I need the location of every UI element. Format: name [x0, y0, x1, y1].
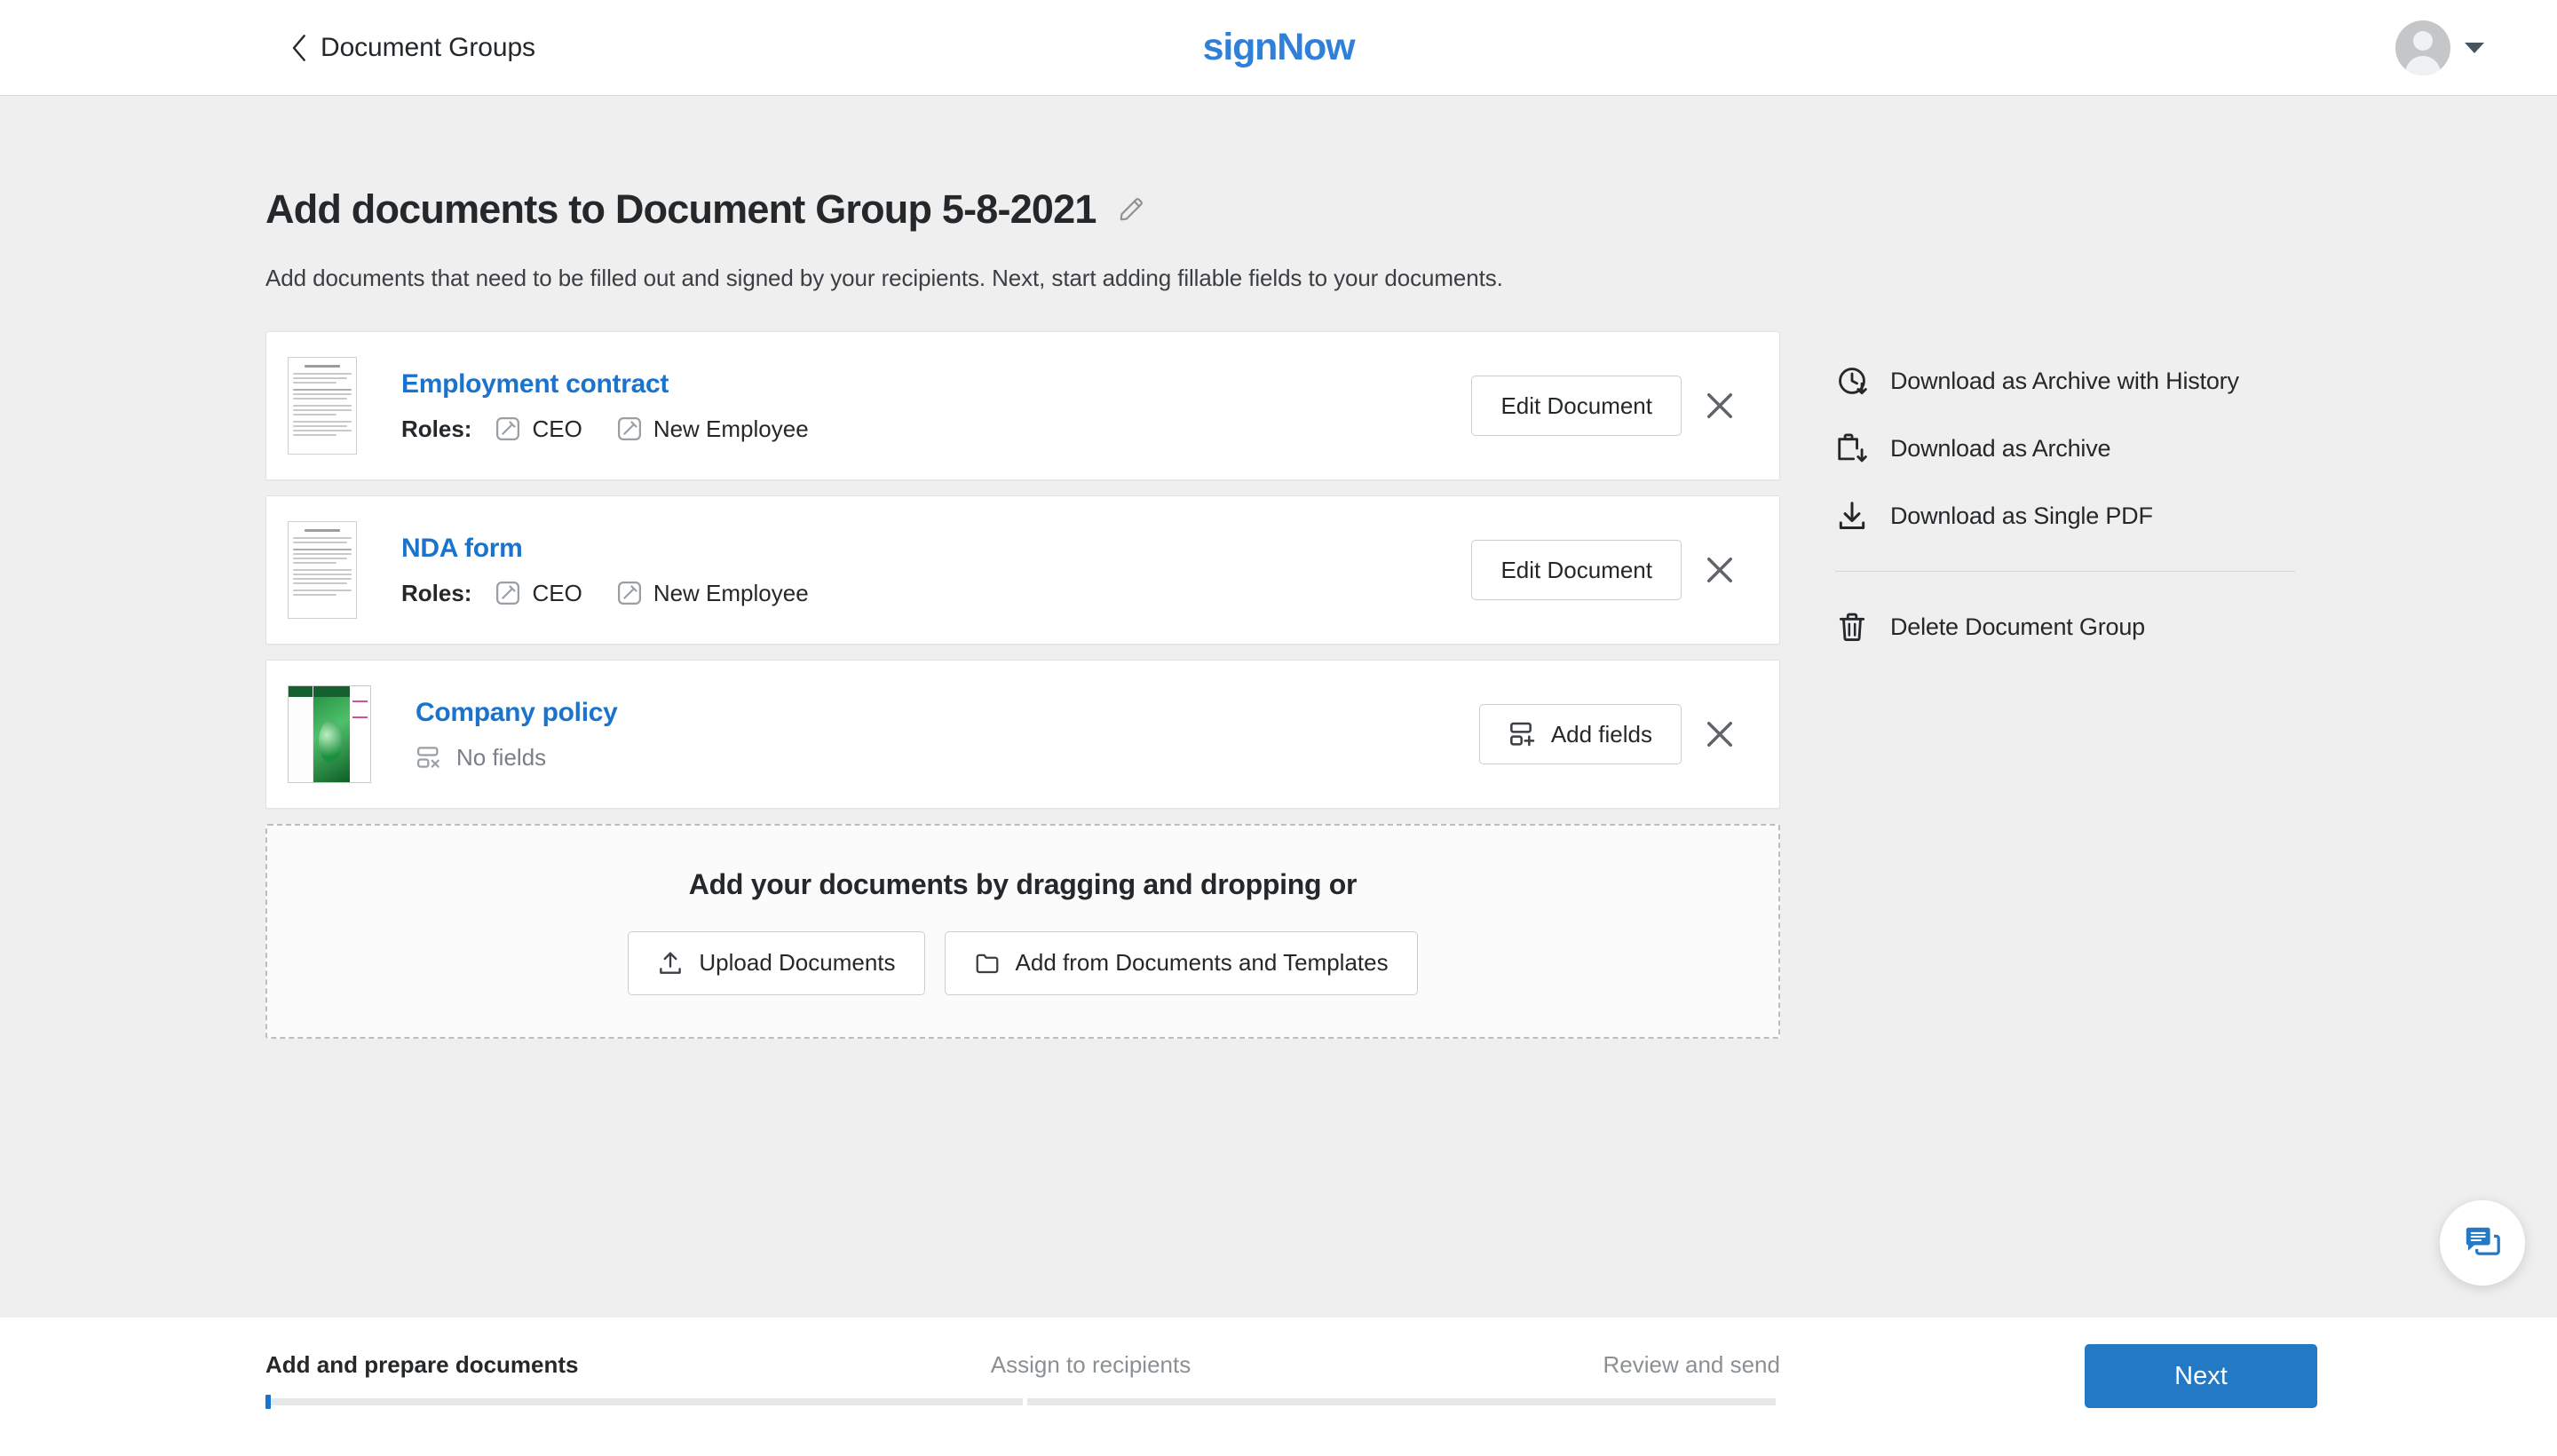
- documents-column: Employment contract Roles:: [265, 331, 1780, 1039]
- step-tick: [1023, 1395, 1027, 1409]
- document-card-actions: Edit Document: [1471, 376, 1738, 436]
- clock-download-icon: [1835, 364, 1869, 398]
- step-progress-marker: [265, 1395, 271, 1409]
- step-progress-track: [265, 1398, 1780, 1405]
- download-single-pdf-item[interactable]: Download as Single PDF: [1835, 482, 2297, 550]
- menu-item-label: Delete Document Group: [1890, 613, 2145, 641]
- role-chip: New Employee: [616, 580, 809, 607]
- dropzone-title: Add your documents by dragging and dropp…: [689, 868, 1357, 901]
- role-name: CEO: [532, 415, 582, 443]
- step-labels: Add and prepare documents Assign to reci…: [265, 1351, 1780, 1379]
- role-name: CEO: [532, 580, 582, 607]
- document-thumbnail: [288, 357, 357, 455]
- add-fields-button[interactable]: Add fields: [1479, 704, 1682, 764]
- dropzone-buttons: Upload Documents Add from Documents and …: [628, 931, 1417, 995]
- trash-icon: [1835, 610, 1869, 644]
- app-root: Document Groups signNow Add documents to…: [0, 0, 2557, 1456]
- page-subtitle: Add documents that need to be filled out…: [265, 265, 2308, 292]
- document-name-link[interactable]: Company policy: [416, 698, 618, 728]
- document-card[interactable]: NDA form Roles:: [265, 495, 1780, 645]
- add-fields-label: Add fields: [1551, 721, 1652, 748]
- page-title: Add documents to Document Group 5-8-2021: [265, 186, 1096, 233]
- document-name-link[interactable]: NDA form: [401, 534, 522, 564]
- role-chip: CEO: [495, 415, 582, 443]
- page-title-row: Add documents to Document Group 5-8-2021: [265, 186, 2308, 233]
- actions-sidebar: Download as Archive with History Downloa…: [1835, 331, 2297, 661]
- document-card-actions: Add fields: [1479, 704, 1738, 764]
- content-container: Add documents to Document Group 5-8-2021…: [265, 186, 2308, 1039]
- document-info: Employment contract Roles:: [401, 369, 1471, 443]
- close-icon[interactable]: [1701, 387, 1738, 424]
- document-info: Company policy No fields: [416, 698, 1479, 772]
- document-roles-row: Roles: CEO: [401, 415, 1471, 443]
- page-body: Add documents to Document Group 5-8-2021…: [0, 96, 2557, 1318]
- role-signer-icon: [616, 415, 643, 442]
- document-thumbnail: [288, 521, 357, 619]
- archive-download-icon: [1835, 431, 1869, 465]
- document-card[interactable]: Company policy No fields: [265, 660, 1780, 809]
- role-signer-icon: [495, 415, 521, 442]
- upload-documents-button[interactable]: Upload Documents: [628, 931, 924, 995]
- step-label-assign-recipients[interactable]: Assign to recipients: [991, 1351, 1191, 1379]
- close-icon[interactable]: [1701, 551, 1738, 589]
- signnow-logo[interactable]: signNow: [0, 26, 2557, 69]
- next-button[interactable]: Next: [2085, 1344, 2317, 1408]
- user-avatar-icon: [2395, 20, 2450, 75]
- chat-bubbles-icon: [2462, 1223, 2503, 1263]
- add-from-templates-label: Add from Documents and Templates: [1016, 949, 1389, 977]
- menu-item-label: Download as Single PDF: [1890, 502, 2153, 530]
- pencil-icon[interactable]: [1116, 194, 1146, 225]
- progress-stepper: Add and prepare documents Assign to reci…: [265, 1351, 1780, 1405]
- download-archive-item[interactable]: Download as Archive: [1835, 415, 2297, 482]
- role-chip: CEO: [495, 580, 582, 607]
- document-info: NDA form Roles:: [401, 534, 1471, 607]
- role-name: New Employee: [653, 580, 809, 607]
- role-signer-icon: [616, 580, 643, 606]
- menu-item-label: Download as Archive: [1890, 435, 2110, 463]
- no-fields-icon: [416, 744, 442, 771]
- document-fields-status: No fields: [416, 744, 1479, 772]
- step-label-review-send[interactable]: Review and send: [1603, 1351, 1780, 1379]
- upload-documents-label: Upload Documents: [699, 949, 895, 977]
- download-archive-with-history-item[interactable]: Download as Archive with History: [1835, 347, 2297, 415]
- roles-label: Roles:: [401, 415, 471, 443]
- download-tray-icon: [1835, 499, 1869, 533]
- support-chat-button[interactable]: [2440, 1200, 2525, 1286]
- role-chip: New Employee: [616, 415, 809, 443]
- add-from-templates-button[interactable]: Add from Documents and Templates: [945, 931, 1418, 995]
- close-icon[interactable]: [1701, 716, 1738, 753]
- document-name-link[interactable]: Employment contract: [401, 369, 669, 400]
- document-thumbnail: [288, 685, 371, 783]
- chevron-down-icon: [2465, 43, 2484, 53]
- step-label-add-prepare[interactable]: Add and prepare documents: [265, 1351, 579, 1379]
- two-column-layout: Employment contract Roles:: [265, 331, 2308, 1039]
- top-navigation-bar: Document Groups signNow: [0, 0, 2557, 96]
- add-fields-icon: [1508, 720, 1537, 748]
- document-dropzone[interactable]: Add your documents by dragging and dropp…: [265, 824, 1780, 1039]
- upload-icon: [657, 950, 684, 977]
- delete-document-group-item[interactable]: Delete Document Group: [1835, 593, 2297, 661]
- footer-bar: Add and prepare documents Assign to reci…: [0, 1318, 2557, 1456]
- menu-item-label: Download as Archive with History: [1890, 368, 2239, 395]
- role-name: New Employee: [653, 415, 809, 443]
- edit-document-button[interactable]: Edit Document: [1471, 540, 1682, 600]
- document-card[interactable]: Employment contract Roles:: [265, 331, 1780, 480]
- edit-document-button[interactable]: Edit Document: [1471, 376, 1682, 436]
- menu-divider: [1835, 571, 2295, 572]
- folder-icon: [974, 950, 1001, 977]
- no-fields-label: No fields: [456, 744, 546, 772]
- roles-label: Roles:: [401, 580, 471, 607]
- account-menu-button[interactable]: [2395, 20, 2484, 75]
- document-card-actions: Edit Document: [1471, 540, 1738, 600]
- role-signer-icon: [495, 580, 521, 606]
- step-tick: [1776, 1395, 1780, 1409]
- document-roles-row: Roles: CEO: [401, 580, 1471, 607]
